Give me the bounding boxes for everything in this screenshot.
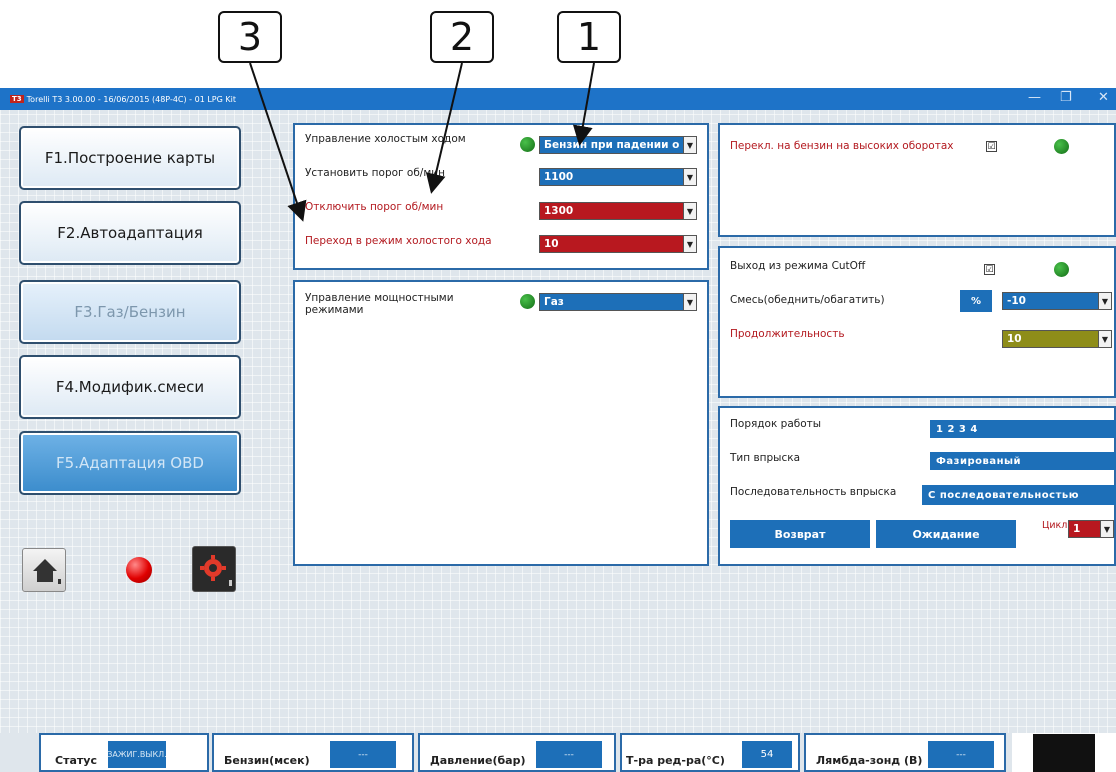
ecu-chip-icon bbox=[1033, 733, 1095, 772]
injection-sequence-label: Последовательность впрыска bbox=[730, 486, 897, 498]
duration-select[interactable]: 10 ▼ bbox=[1002, 330, 1112, 348]
injection-sequence-field: С последовательностью bbox=[922, 485, 1116, 505]
firing-order-field: 1 2 3 4 bbox=[930, 420, 1116, 438]
wait-button[interactable]: Ожидание bbox=[876, 520, 1016, 548]
mixture-label: Смесь(обеднить/обагатить) bbox=[730, 294, 885, 306]
pressure-value: --- bbox=[536, 741, 602, 768]
cutoff-label: Выход из режима CutOff bbox=[730, 260, 866, 272]
injection-type-field: Фазированый bbox=[930, 452, 1116, 470]
cycle-label: Цикл bbox=[1042, 520, 1068, 531]
lambda-value: --- bbox=[928, 741, 994, 768]
reducer-temp-label: Т-ра ред-ра(°С) bbox=[626, 754, 725, 767]
cycle-value: 1 bbox=[1073, 523, 1081, 535]
high-rpm-label: Перекл. на бензин на высоких оборотах bbox=[730, 140, 954, 152]
mixture-select[interactable]: -10 ▼ bbox=[1002, 292, 1112, 310]
reducer-temp-value: 54 bbox=[742, 741, 792, 768]
status-label: Статус bbox=[55, 754, 97, 767]
cutoff-checkbox[interactable]: ☑ bbox=[984, 264, 995, 275]
high-rpm-led bbox=[1054, 139, 1069, 154]
pressure-label: Давление(бар) bbox=[430, 754, 526, 767]
chevron-down-icon: ▼ bbox=[1098, 293, 1111, 309]
petrol-ms-label: Бензин(мсек) bbox=[224, 754, 310, 767]
high-rpm-checkbox[interactable]: ☑ bbox=[986, 141, 997, 152]
cycle-select[interactable]: 1 ▼ bbox=[1068, 520, 1114, 538]
cutoff-panel: Выход из режима CutOff ☑ Смесь(обеднить/… bbox=[718, 246, 1116, 398]
cutoff-led bbox=[1054, 262, 1069, 277]
injection-panel: Порядок работы 1 2 3 4 Тип впрыска Фазир… bbox=[718, 406, 1116, 566]
ecu-status-box bbox=[1012, 733, 1116, 772]
chevron-down-icon: ▼ bbox=[1100, 521, 1113, 537]
lambda-label: Лямбда-зонд (В) bbox=[816, 754, 923, 767]
back-button[interactable]: Возврат bbox=[730, 520, 870, 548]
mixture-value: -10 bbox=[1007, 295, 1026, 307]
mixture-unit-badge: % bbox=[960, 290, 992, 312]
firing-order-label: Порядок работы bbox=[730, 418, 822, 430]
injection-type-label: Тип впрыска bbox=[730, 452, 800, 464]
status-value: ЗАЖИГ.ВЫКЛ. bbox=[107, 741, 167, 768]
duration-value: 10 bbox=[1007, 333, 1022, 345]
duration-label: Продолжительность bbox=[730, 328, 845, 340]
high-rpm-panel: Перекл. на бензин на высоких оборотах ☑ bbox=[718, 123, 1116, 237]
chevron-down-icon: ▼ bbox=[1098, 331, 1111, 347]
petrol-ms-value: --- bbox=[330, 741, 396, 768]
